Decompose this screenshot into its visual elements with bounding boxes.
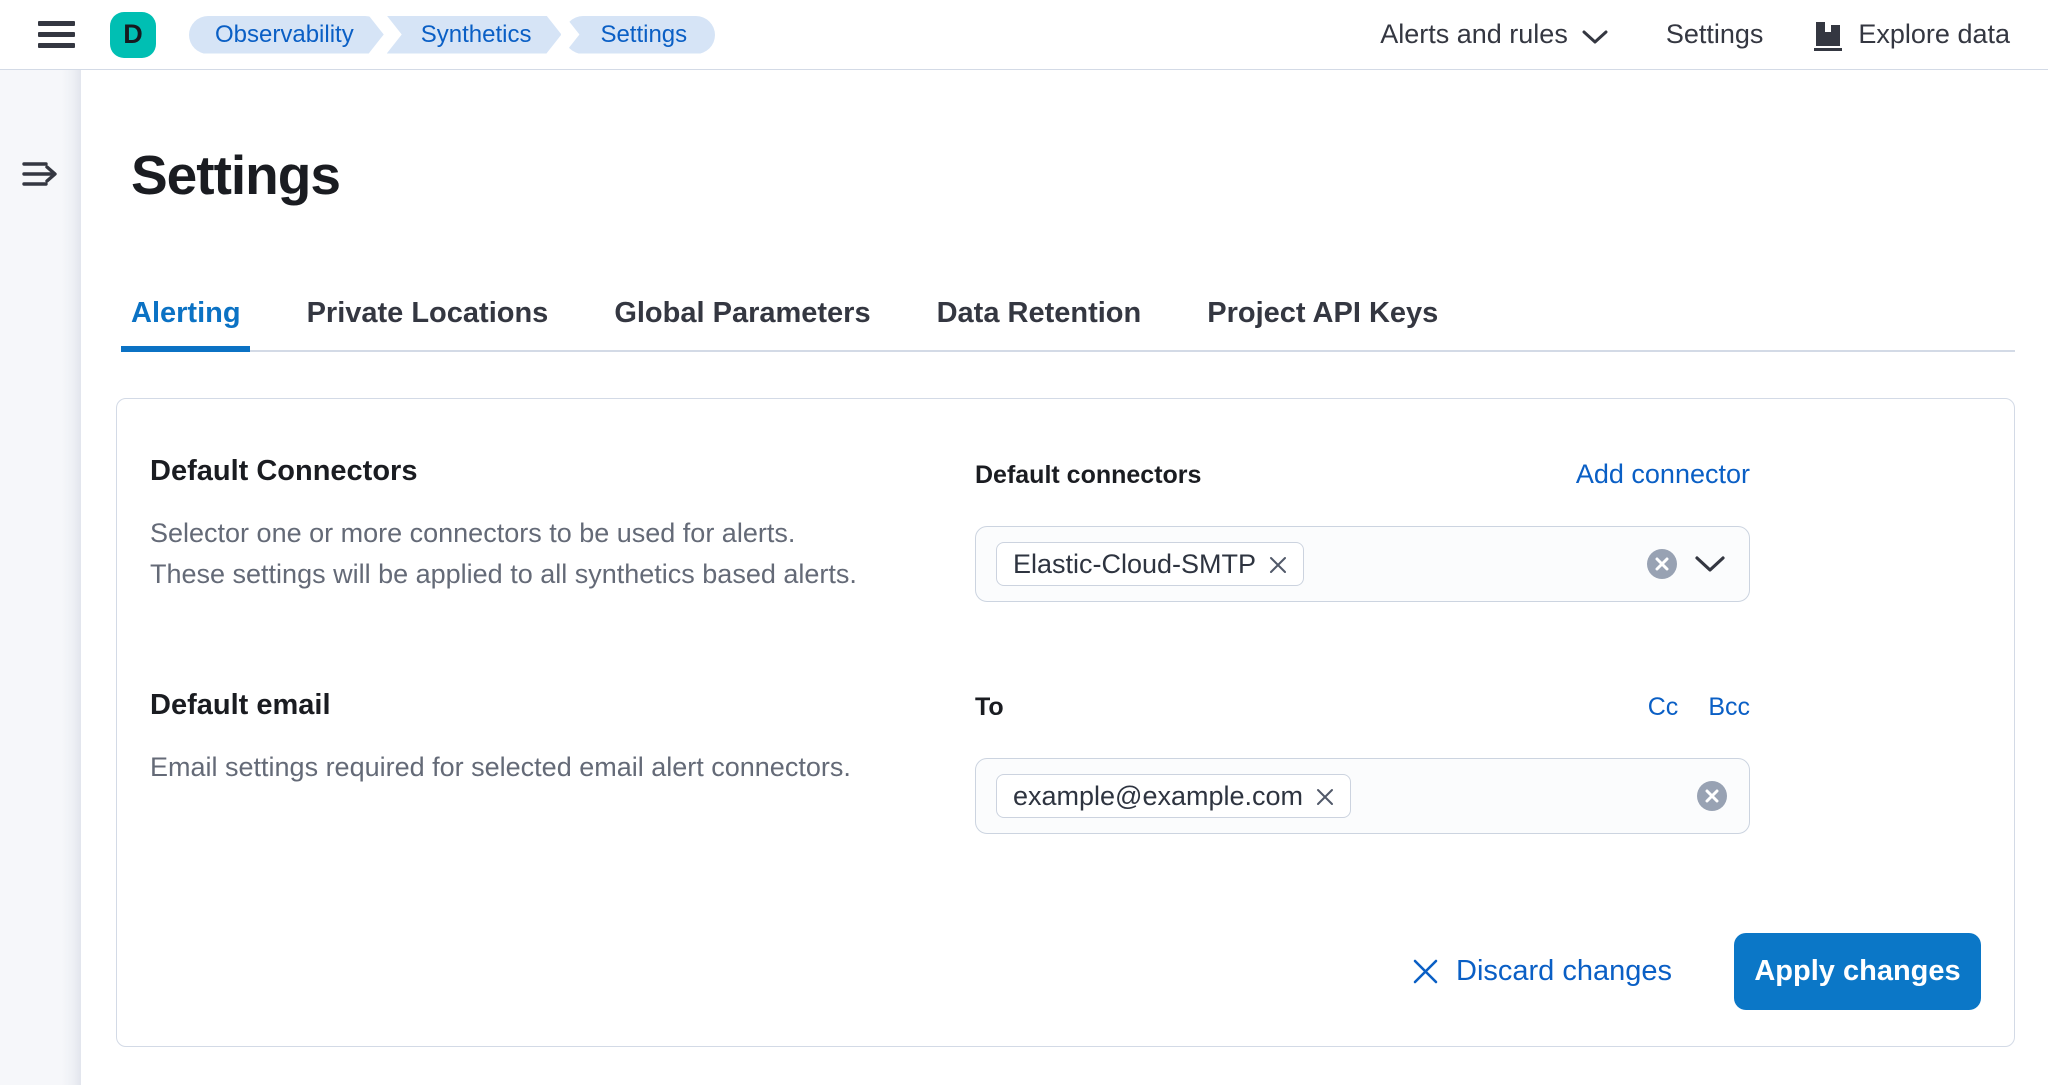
cross-icon (1412, 958, 1439, 985)
connector-badge-label: Elastic-Cloud-SMTP (1013, 549, 1256, 580)
header-settings-link[interactable]: Settings (1666, 19, 1764, 50)
breadcrumb-observability[interactable]: Observability (189, 16, 384, 54)
header-actions: Alerts and rules Settings Explore data (1380, 17, 2010, 52)
tab-global-parameters[interactable]: Global Parameters (614, 297, 870, 350)
tab-private-locations[interactable]: Private Locations (307, 297, 549, 350)
email-to-combobox[interactable]: example@example.com (975, 758, 1750, 834)
remove-email-icon[interactable] (1316, 788, 1334, 806)
alerts-and-rules-label: Alerts and rules (1380, 19, 1568, 50)
default-connectors-combobox[interactable]: Elastic-Cloud-SMTP (975, 526, 1750, 602)
default-connectors-description: Selector one or more connectors to be us… (150, 513, 862, 595)
default-email-row: Default email Email settings required fo… (150, 687, 1981, 834)
expand-sidebar-icon[interactable] (21, 160, 61, 193)
page-title: Settings (131, 142, 2048, 208)
breadcrumb-settings[interactable]: Settings (564, 16, 715, 54)
breadcrumb-synthetics[interactable]: Synthetics (387, 16, 562, 54)
remove-connector-icon[interactable] (1269, 556, 1287, 574)
avatar[interactable]: D (110, 12, 156, 58)
default-email-description: Email settings required for selected ema… (150, 747, 862, 788)
settings-tabs: Alerting Private Locations Global Parame… (131, 297, 2015, 352)
bar-chart-icon (1813, 19, 1843, 51)
chevron-down-icon (1582, 21, 1608, 52)
alerting-settings-panel: Default Connectors Selector one or more … (116, 398, 2015, 1047)
collapsed-sidebar (0, 70, 81, 1085)
explore-data-link[interactable]: Explore data (1813, 19, 2010, 51)
default-connectors-field-label: Default connectors (975, 461, 1201, 490)
tab-alerting[interactable]: Alerting (131, 297, 241, 350)
cc-link[interactable]: Cc (1648, 693, 1679, 722)
apply-changes-button[interactable]: Apply changes (1734, 933, 1981, 1010)
default-connectors-heading: Default Connectors (150, 453, 862, 489)
tab-project-api-keys[interactable]: Project API Keys (1207, 297, 1438, 350)
breadcrumb: Observability Synthetics Settings (189, 16, 715, 54)
bcc-link[interactable]: Bcc (1708, 693, 1750, 722)
connectors-dropdown-caret-icon[interactable] (1693, 553, 1727, 575)
default-connectors-row: Default Connectors Selector one or more … (150, 453, 1981, 602)
hamburger-menu-icon[interactable] (38, 21, 75, 48)
clear-emails-icon[interactable] (1697, 781, 1727, 811)
clear-connectors-icon[interactable] (1647, 549, 1677, 579)
tab-data-retention[interactable]: Data Retention (937, 297, 1142, 350)
add-connector-link[interactable]: Add connector (1576, 459, 1750, 490)
default-email-heading: Default email (150, 687, 862, 723)
connector-badge: Elastic-Cloud-SMTP (996, 542, 1304, 586)
alerts-and-rules-menu[interactable]: Alerts and rules (1380, 17, 1608, 52)
discard-changes-button[interactable]: Discard changes (1412, 955, 1672, 988)
email-badge-label: example@example.com (1013, 781, 1303, 812)
main-content: Settings Alerting Private Locations Glob… (81, 70, 2048, 1085)
panel-actions: Discard changes Apply changes (1412, 933, 1981, 1010)
email-badge: example@example.com (996, 774, 1351, 818)
top-header-bar: D Observability Synthetics Settings Aler… (0, 0, 2048, 70)
to-field-label: To (975, 693, 1004, 722)
